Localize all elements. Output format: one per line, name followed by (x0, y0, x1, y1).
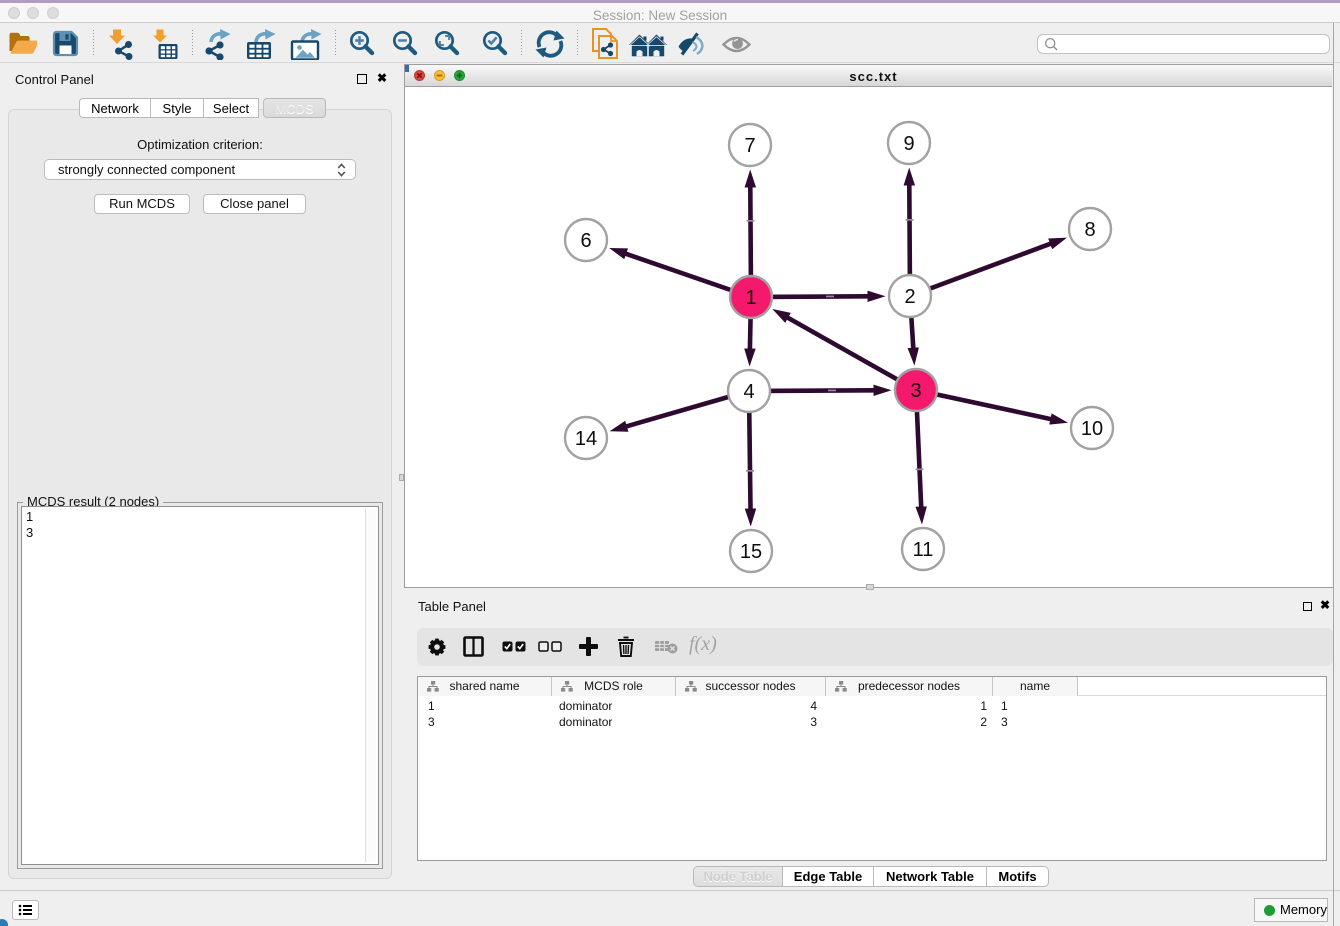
svg-text:1: 1 (745, 287, 756, 309)
svg-text:11: 11 (913, 539, 934, 561)
svg-text:4: 4 (743, 381, 754, 403)
svg-text:14: 14 (575, 428, 597, 450)
svg-text:3: 3 (910, 380, 921, 402)
svg-text:8: 8 (1084, 219, 1095, 241)
svg-text:10: 10 (1081, 418, 1103, 440)
svg-text:6: 6 (580, 230, 591, 252)
svg-text:7: 7 (744, 135, 755, 157)
svg-text:15: 15 (740, 541, 762, 563)
svg-text:9: 9 (903, 133, 914, 155)
svg-text:2: 2 (904, 286, 915, 308)
